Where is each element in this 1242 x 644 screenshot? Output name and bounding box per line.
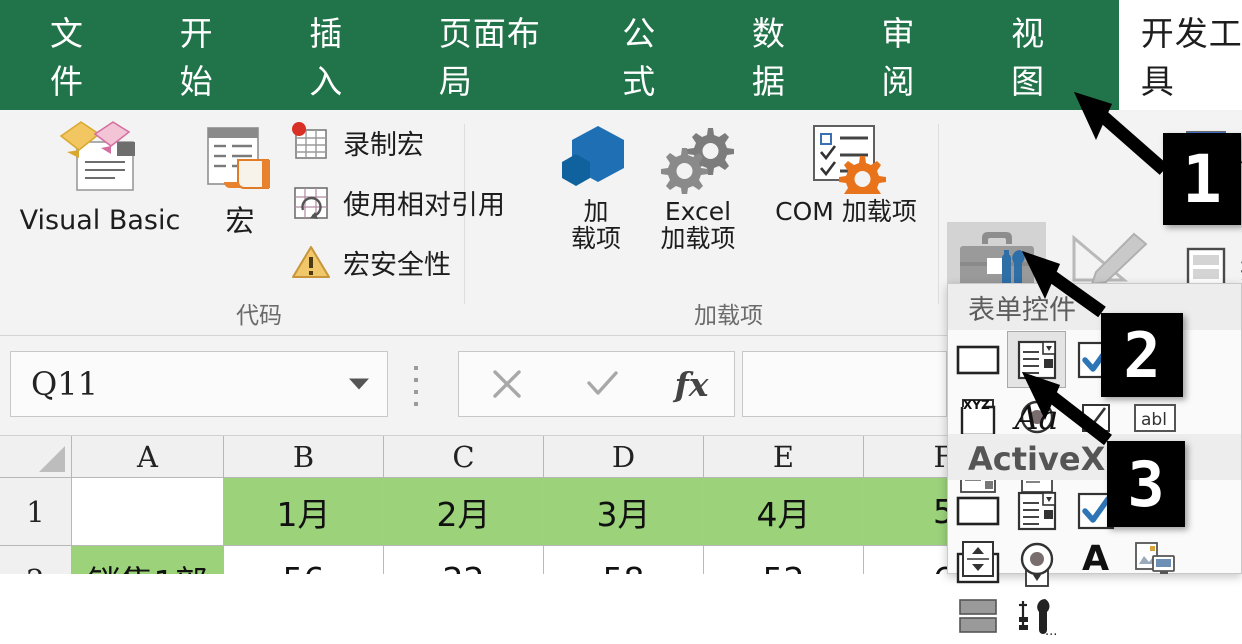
code-group-label: 代码 xyxy=(236,303,282,329)
form-controls-header: 表单控件 xyxy=(948,284,1241,330)
ribbon-tab-label: 数据 xyxy=(751,14,786,101)
macro-icon xyxy=(207,127,270,189)
group-separator xyxy=(938,124,939,304)
ribbon-tab-bar: 文件 开始 插入 页面布局 公式 数据 审阅 视图 开发工具 xyxy=(0,0,1242,110)
ribbon-tab-label: 文件 xyxy=(50,14,84,101)
ribbon-tab-6[interactable]: 数据 xyxy=(730,0,828,110)
ribbon-tab-4[interactable]: 页面布局 xyxy=(417,0,568,110)
activex-scroll-bar-icon[interactable] xyxy=(948,530,1007,587)
column-header-E[interactable]: E xyxy=(704,436,864,478)
addin-button[interactable]: 加 载项 xyxy=(548,122,644,252)
ribbon-tab-label: 公式 xyxy=(622,14,657,101)
relative-reference-button[interactable]: 使用相对引用 xyxy=(290,182,505,222)
addin-label: 加 载项 xyxy=(570,197,621,253)
name-box[interactable]: Q11 xyxy=(10,351,388,417)
function-icon[interactable]: fx xyxy=(675,365,709,404)
activex-more-controls-icon[interactable]: ... xyxy=(1007,587,1066,644)
cell[interactable]: 22 xyxy=(384,546,544,574)
excel-window: 文件 开始 插入 页面布局 公式 数据 审阅 视图 开发工具 Visual Basic xyxy=(0,0,1242,637)
activex-image-icon[interactable] xyxy=(1125,530,1184,587)
check-icon[interactable] xyxy=(580,363,624,405)
ribbon-tab-label: 页面布局 xyxy=(438,14,541,101)
activex-toggle-button-icon[interactable] xyxy=(948,587,1007,644)
com-addin-icon xyxy=(813,125,886,194)
formula-bar-grip[interactable] xyxy=(414,366,422,406)
record-macro-label: 录制宏 xyxy=(343,129,424,161)
addin-hexagon-icon xyxy=(562,126,624,186)
ribbon-tab-3[interactable]: 插入 xyxy=(287,0,385,110)
cell[interactable]: 58 xyxy=(544,546,704,574)
excel-addin-button[interactable]: Excel 加载项 xyxy=(648,122,748,252)
com-addin-label: COM 加载项 xyxy=(775,197,917,226)
com-addin-button[interactable]: COM 加载项 xyxy=(756,122,936,225)
column-header-C[interactable]: C xyxy=(384,436,544,478)
ribbon-tab-5[interactable]: 公式 xyxy=(600,0,698,110)
chevron-down-icon[interactable] xyxy=(349,378,369,390)
ribbon-tab-label: 视图 xyxy=(1011,14,1046,101)
column-header-A[interactable]: A xyxy=(72,436,224,478)
macro-button[interactable]: 宏 xyxy=(196,118,284,237)
cell[interactable]: 3月 xyxy=(544,478,704,546)
select-all-corner[interactable] xyxy=(0,436,72,478)
record-macro-button[interactable]: 录制宏 xyxy=(290,122,424,162)
visual-basic-icon xyxy=(59,121,135,191)
name-box-value: Q11 xyxy=(31,365,98,403)
addins-group-label: 加载项 xyxy=(694,303,763,329)
annotation-badge-1: 1 xyxy=(1163,133,1241,225)
row-header-1[interactable]: 1 xyxy=(0,478,72,546)
macro-label: 宏 xyxy=(225,204,255,238)
column-header-B[interactable]: B xyxy=(224,436,384,478)
activex-controls-row-2: A ... xyxy=(948,530,1241,644)
svg-text:abl: abl xyxy=(1141,410,1167,430)
activex-label-icon[interactable]: A xyxy=(1066,530,1125,587)
formula-input[interactable] xyxy=(742,351,947,417)
cell[interactable]: 56 xyxy=(224,546,384,574)
ribbon-tab-7[interactable]: 审阅 xyxy=(859,0,957,110)
column-header-D[interactable]: D xyxy=(544,436,704,478)
insert-controls-dropdown: 表单控件 XYZ Aa abl ActiveX 控件 A ... xyxy=(947,283,1242,637)
relative-reference-icon xyxy=(294,187,328,219)
excel-addin-label: Excel 加载项 xyxy=(660,197,736,253)
cell[interactable]: 销售1部 xyxy=(72,546,224,574)
ribbon-tab-9[interactable]: 开发工具 xyxy=(1118,0,1242,110)
activex-option-button-icon[interactable] xyxy=(1007,530,1066,587)
button-control-icon[interactable] xyxy=(948,331,1007,388)
relative-reference-label: 使用相对引用 xyxy=(343,189,505,221)
cell[interactable]: 4月 xyxy=(704,478,864,546)
ribbon-tab-label: 插入 xyxy=(309,14,344,101)
gears-icon xyxy=(661,128,734,194)
svg-text:XYZ: XYZ xyxy=(963,398,990,412)
ribbon-tab-1[interactable]: 文件 xyxy=(28,0,126,110)
cell[interactable]: 52 xyxy=(704,546,864,574)
visual-basic-label: Visual Basic xyxy=(19,205,181,236)
ribbon-tab-label: 审阅 xyxy=(881,14,916,101)
cell[interactable]: 1月 xyxy=(224,478,384,546)
cell[interactable]: 2月 xyxy=(384,478,544,546)
ribbon-tab-label: 开发工具 xyxy=(1140,14,1242,101)
visual-basic-button[interactable]: Visual Basic xyxy=(10,118,190,235)
ribbon-tab-label: 开始 xyxy=(179,14,214,101)
activex-controls-header: ActiveX 控件 xyxy=(948,434,1241,480)
close-icon[interactable] xyxy=(485,363,529,405)
svg-text:...: ... xyxy=(1045,624,1057,637)
ribbon-tab-8[interactable]: 视图 xyxy=(989,0,1087,110)
warning-triangle-icon xyxy=(292,246,330,278)
combo-box-control-icon[interactable] xyxy=(1007,331,1066,388)
formula-bar-buttons: fx xyxy=(458,351,735,417)
cell[interactable] xyxy=(72,478,224,546)
annotation-badge-3: 3 xyxy=(1107,441,1185,527)
macro-security-button[interactable]: 宏安全性 xyxy=(290,242,451,282)
record-macro-icon xyxy=(292,122,327,159)
ribbon-tab-2[interactable]: 开始 xyxy=(158,0,256,110)
macro-security-label: 宏安全性 xyxy=(343,249,451,281)
row-header-2[interactable]: 2 xyxy=(0,546,72,574)
annotation-badge-2: 2 xyxy=(1101,313,1183,397)
